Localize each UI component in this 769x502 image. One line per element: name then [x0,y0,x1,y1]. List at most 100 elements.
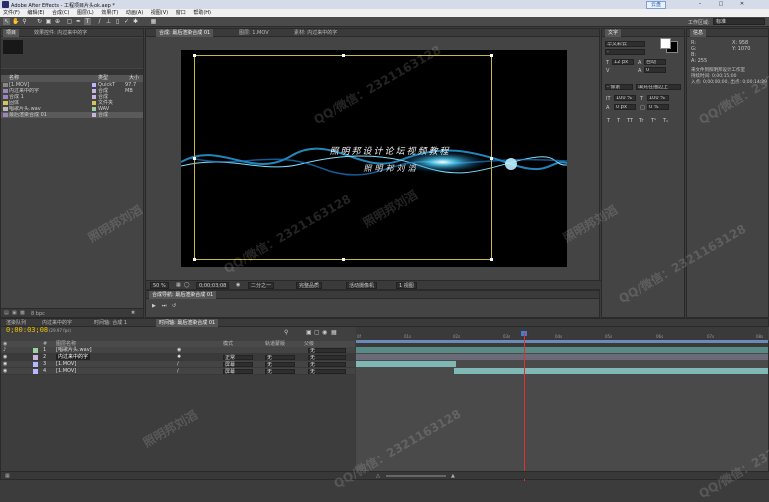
time-ruler[interactable]: 0f 01s 02s 03s 04s 05s 06s 07s 08s [356,327,768,347]
minimize-icon[interactable]: – [695,1,705,8]
layer-label-swatch[interactable] [33,369,38,374]
layer-bar-text[interactable] [356,354,768,360]
camera-select[interactable]: 活动摄像机 [346,282,378,289]
vertical-scale-input[interactable]: 100 % [614,95,636,101]
menu-window[interactable]: 窗口 [173,9,189,17]
layer-row[interactable]: ◉ 4 [1.MOV] ∕ 屏幕 无 无 [1,368,355,375]
fill-color-swatch[interactable] [660,38,671,49]
label-swatch[interactable] [92,95,96,99]
text-layer-bounding-box[interactable] [193,54,493,261]
eraser-tool-icon[interactable]: ▯ [114,18,121,25]
small-caps-button[interactable]: Tr [639,118,643,124]
label-swatch[interactable] [92,83,96,87]
tab-composition[interactable]: 合成: 最后渲染合成 01 [156,29,214,37]
track-matte-select[interactable]: 无 [265,362,295,368]
snapshot-icon[interactable]: ◉ [236,282,240,288]
parent-select[interactable]: 无 [308,362,346,368]
col-name[interactable]: 名称 [9,75,19,82]
menu-layer[interactable]: 图层(L) [74,9,97,17]
brush-tool-icon[interactable]: ∕ [96,18,103,25]
selection-tool-icon[interactable]: ↖ [3,18,10,25]
visibility-eye-icon[interactable]: ◉ [3,368,7,375]
step-forward-icon[interactable]: ⏭ [162,303,167,309]
layer-row[interactable]: ♪ 1 [唱歌片头.wav] ◉ 无 [1,347,355,354]
blend-mode-select[interactable]: 屏幕 [223,369,253,375]
layer-bar-audio[interactable] [356,347,768,353]
font-style-select[interactable]: - [605,49,645,55]
project-item[interactable]: 最后渲染合成 01 合成 [1,112,143,118]
layer-row[interactable]: ◉ 3 [1.MOV] ∕ 屏幕 无 无 [1,361,355,368]
stroke-width-input[interactable]: - 像素 [605,84,633,90]
tracking-input[interactable]: 0 [644,67,666,73]
leading-input[interactable]: 自动 [644,59,666,65]
camera-tool-icon[interactable]: ▣ [45,18,52,25]
transform-handle[interactable] [193,54,196,57]
shy-switch-icon[interactable]: ◉ [177,347,181,354]
transform-handle[interactable] [490,258,493,261]
col-size[interactable]: 大小 [129,75,139,82]
cloud-button[interactable]: 云盘 [646,1,666,9]
quality-switch-icon[interactable]: ∕ [177,361,179,368]
new-folder-icon[interactable]: ▣ [12,310,17,316]
snap-toggle-icon[interactable]: ▦ [150,18,157,25]
blend-mode-select[interactable]: 屏幕 [223,362,253,368]
mask-visibility-icon[interactable]: ◯ [184,282,190,288]
grid-icon[interactable]: ▦ [176,282,181,288]
layer-label-swatch[interactable] [33,355,38,360]
transform-handle[interactable] [342,54,345,57]
tab-character[interactable]: 文字 [605,29,622,37]
quality-select[interactable]: 完整品质 [296,282,323,289]
blend-mode-select[interactable]: 正常 [223,355,253,361]
puppet-tool-icon[interactable]: ✱ [132,18,139,25]
clone-stamp-tool-icon[interactable]: ⊥ [105,18,112,25]
interpret-footage-icon[interactable]: ▤ [4,310,9,316]
col-type[interactable]: 类型 [98,75,108,82]
stroke-mode-select[interactable]: 填充在描边上 [636,84,681,90]
tab-layer[interactable]: 图层: 1.MOV [236,29,272,37]
motion-blur-icon[interactable]: ◉ [322,329,327,336]
font-select[interactable]: 华文彩云 [605,41,645,47]
baseline-shift-input[interactable]: 0 px [614,104,636,110]
quality-switch-icon[interactable]: ∕ [177,368,179,375]
track-matte-select[interactable]: 无 [265,369,295,375]
horizontal-scale-input[interactable]: 100 % [647,95,669,101]
label-swatch[interactable] [92,89,96,93]
faux-bold-button[interactable]: T [607,118,610,124]
tab-effect-controls[interactable]: 效果控件: 内过来中的字 [31,29,111,37]
zoom-tool-icon[interactable]: ⚲ [21,18,28,25]
layer-bar-mov-4[interactable] [454,368,768,374]
layer-label-swatch[interactable] [33,348,38,353]
parent-select[interactable]: 无 [308,355,346,361]
faux-italic-button[interactable]: T [617,118,620,124]
delete-icon[interactable]: ✖ [131,310,135,316]
tab-timeline-final[interactable]: 时间轴: 最后渲染合成 01 [156,319,219,327]
label-swatch[interactable] [92,101,96,105]
layer-label-swatch[interactable] [33,362,38,367]
transform-handle[interactable] [490,157,493,160]
play-icon[interactable]: ▶ [152,303,156,309]
loop-icon[interactable]: ↺ [172,303,176,309]
tab-project[interactable]: 项目 [3,29,20,37]
resolution-select[interactable]: 二分之一 [248,282,275,289]
all-caps-button[interactable]: TT [627,118,633,124]
visibility-eye-icon[interactable]: ◉ [3,354,7,361]
zoom-out-icon[interactable]: △ [376,473,380,479]
layer-bar-mov-3[interactable] [356,361,456,367]
audio-toggle-icon[interactable]: ♪ [3,347,6,354]
menu-animation[interactable]: 动画(A) [123,9,146,17]
work-area-bar[interactable] [356,340,768,343]
toggle-switches-icon[interactable]: ▦ [5,473,10,479]
transform-handle[interactable] [490,54,493,57]
tab-info[interactable]: 信息 [690,29,707,37]
zoom-slider[interactable] [386,475,446,477]
bpc-indicator[interactable]: 8 bpc [31,311,45,317]
menu-effect[interactable]: 效果(T) [98,9,121,17]
composition-flowchart-icon[interactable]: ▣ [306,329,312,336]
maximize-icon[interactable]: □ [716,1,726,8]
superscript-button[interactable]: T¹ [651,118,656,124]
menu-file[interactable]: 文件(F) [0,9,23,17]
visibility-eye-icon[interactable]: ◉ [3,361,7,368]
parent-select[interactable]: 无 [308,369,346,375]
menu-composition[interactable]: 合成(C) [49,9,72,17]
zoom-in-icon[interactable]: ▲ [451,473,455,479]
